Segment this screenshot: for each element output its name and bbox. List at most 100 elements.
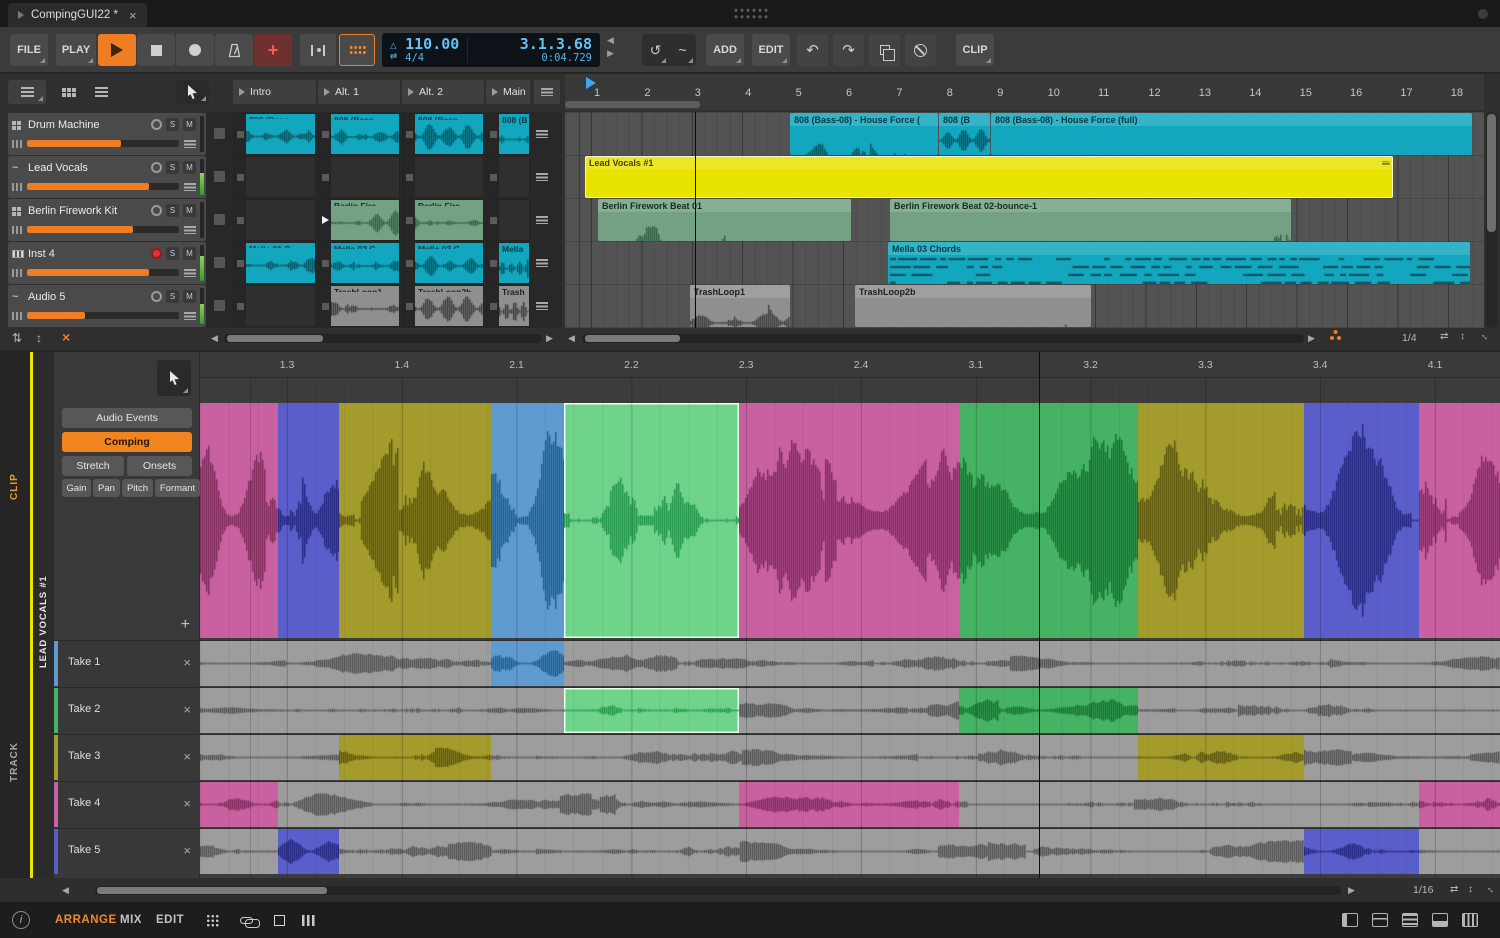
tab-clip[interactable]: CLIP bbox=[0, 457, 30, 517]
solo-button[interactable]: S bbox=[166, 247, 179, 260]
launcher-clip[interactable]: TrashLoop2b bbox=[402, 285, 484, 327]
lanes-view-button[interactable] bbox=[88, 80, 114, 104]
record-arm-button[interactable] bbox=[151, 162, 162, 173]
comp-lane[interactable] bbox=[200, 403, 1500, 638]
scroll-lock-icon[interactable]: ↕ bbox=[1460, 331, 1465, 342]
launcher-slot[interactable] bbox=[486, 199, 530, 241]
automation-panel-icon[interactable] bbox=[1402, 913, 1418, 927]
track-header-audio-5[interactable]: ~Audio 5SM bbox=[8, 285, 206, 327]
editor-timeline-ruler[interactable]: 1.31.42.12.22.32.43.13.23.33.44.1 bbox=[200, 352, 1500, 378]
launcher-clip[interactable]: TrashLoop1 bbox=[318, 285, 400, 327]
redo-button[interactable]: ↷ bbox=[833, 34, 864, 66]
comp-segment-selected[interactable] bbox=[564, 403, 739, 638]
launcher-slot[interactable] bbox=[233, 285, 316, 327]
arranger-scroll-right-icon[interactable]: ▶ bbox=[1308, 333, 1315, 344]
delete-take-icon[interactable]: × bbox=[183, 843, 191, 858]
clip-stop-icon[interactable] bbox=[319, 114, 331, 154]
arranger-clip[interactable]: Berlin Firework Beat 02-bounce-1 bbox=[890, 199, 1291, 241]
launcher-clip[interactable]: Mella bbox=[486, 242, 530, 284]
clip-stop-icon[interactable] bbox=[234, 157, 246, 197]
delete-take-icon[interactable]: × bbox=[183, 655, 191, 670]
comp-segment[interactable] bbox=[959, 403, 1138, 638]
alt-launch-icon[interactable] bbox=[536, 259, 548, 267]
record-button[interactable] bbox=[176, 34, 214, 66]
comp-segment[interactable] bbox=[339, 403, 491, 638]
volume-fader[interactable] bbox=[27, 312, 179, 319]
launcher-scroll-left-icon[interactable]: ◀ bbox=[211, 333, 218, 344]
alt-launch-icon[interactable] bbox=[536, 216, 548, 224]
shuffle-icon[interactable]: ⇄ bbox=[390, 52, 397, 60]
take-label-row[interactable]: Take 3× bbox=[54, 734, 200, 780]
record-arm-button[interactable] bbox=[151, 248, 162, 259]
arranger-timeline-ruler[interactable]: 123456789101112131415161718 bbox=[565, 74, 1484, 110]
take-segment[interactable] bbox=[1419, 782, 1500, 827]
device-panel-icon[interactable] bbox=[1432, 913, 1448, 927]
take-segment[interactable] bbox=[739, 782, 959, 827]
clip-stop-icon[interactable] bbox=[403, 157, 415, 197]
launcher-clip[interactable]: Mella 03 C... bbox=[402, 242, 484, 284]
document-tab[interactable]: CompingGUI22 * × bbox=[8, 3, 147, 27]
clip-stop-icon[interactable] bbox=[319, 243, 331, 283]
launcher-overdub-button[interactable] bbox=[339, 34, 375, 66]
tab-edit[interactable]: EDIT bbox=[156, 914, 184, 926]
clip-stop-icon[interactable] bbox=[403, 286, 415, 326]
duplicate-button[interactable] bbox=[869, 34, 900, 66]
pan-button[interactable]: Pan bbox=[93, 479, 120, 497]
launcher-clip[interactable]: 808 (Bass-... bbox=[402, 113, 484, 155]
fullscreen-view-icon[interactable] bbox=[274, 915, 285, 926]
scrollbar-thumb[interactable] bbox=[585, 335, 680, 342]
scrollbar-thumb[interactable] bbox=[227, 335, 323, 342]
clip-stop-icon[interactable] bbox=[319, 286, 331, 326]
edit-menu-button[interactable]: EDIT bbox=[752, 34, 790, 66]
clip-stop-icon[interactable] bbox=[403, 114, 415, 154]
editor-tool-button[interactable] bbox=[157, 360, 191, 396]
track-list-menu-button[interactable] bbox=[8, 80, 46, 104]
track-height-icon[interactable]: ⇅ bbox=[12, 331, 22, 345]
solo-button[interactable]: S bbox=[166, 290, 179, 303]
track-menu-icon[interactable] bbox=[184, 269, 196, 277]
editor-scroll-left-icon[interactable]: ◀ bbox=[62, 885, 69, 896]
take-label-row[interactable]: Take 2× bbox=[54, 687, 200, 733]
clip-stop-icon[interactable] bbox=[319, 157, 331, 197]
info-button[interactable]: i bbox=[12, 911, 30, 929]
launcher-slot[interactable] bbox=[402, 156, 484, 198]
file-menu-button[interactable]: FILE bbox=[10, 34, 48, 66]
position-bars[interactable]: 3.1.3.68 bbox=[520, 36, 592, 52]
take-segment[interactable] bbox=[491, 641, 564, 686]
stop-all-clips-button[interactable] bbox=[534, 80, 560, 104]
take-segment-selected[interactable] bbox=[564, 688, 739, 733]
scroll-lock-icon[interactable]: ↕ bbox=[1468, 884, 1473, 895]
mute-button[interactable]: M bbox=[183, 161, 196, 174]
launcher-clip[interactable]: Trash bbox=[486, 285, 530, 327]
track-menu-icon[interactable] bbox=[184, 183, 196, 191]
take-label-row[interactable]: Take 4× bbox=[54, 781, 200, 827]
delete-take-icon[interactable]: × bbox=[183, 702, 191, 717]
mute-button[interactable]: M bbox=[183, 118, 196, 131]
volume-fader[interactable] bbox=[27, 269, 179, 276]
arranger-clip[interactable]: 808 (B bbox=[939, 113, 990, 155]
launcher-clip[interactable]: 808 (B bbox=[486, 113, 530, 155]
arranger-clip[interactable]: 808 (Bass-08) - House Force (full) bbox=[991, 113, 1472, 155]
scene-header-intro[interactable]: Intro bbox=[233, 80, 316, 104]
take-label-row[interactable]: Take 5× bbox=[54, 828, 200, 874]
scene-header-main[interactable]: Main bbox=[486, 80, 530, 104]
arranger-tool-button[interactable] bbox=[176, 80, 209, 104]
automation-follow-button[interactable]: ~ bbox=[669, 34, 696, 66]
launcher-h-scrollbar[interactable] bbox=[224, 334, 542, 343]
overdub-record-button[interactable]: + bbox=[254, 34, 292, 66]
delete-take-icon[interactable]: × bbox=[183, 749, 191, 764]
inspector-panel-icon[interactable] bbox=[1372, 913, 1388, 927]
editor-h-scrollbar[interactable] bbox=[95, 886, 1341, 895]
arranger-timeline[interactable]: 808 (Bass-08) - House Force (808 (B808 (… bbox=[565, 112, 1484, 328]
clip-stop-icon[interactable] bbox=[234, 114, 246, 154]
arranger-clip[interactable]: TrashLoop1 bbox=[690, 285, 790, 327]
add-menu-button[interactable]: ADD bbox=[706, 34, 744, 66]
tempo-value[interactable]: 110.00 bbox=[405, 36, 459, 52]
fit-view-icon[interactable]: ↔ bbox=[1486, 884, 1496, 895]
volume-fader[interactable] bbox=[27, 140, 179, 147]
record-arm-button[interactable] bbox=[151, 291, 162, 302]
scene-play-icon[interactable] bbox=[324, 88, 330, 96]
alt-launch-icon[interactable] bbox=[536, 130, 548, 138]
record-arm-button[interactable] bbox=[151, 119, 162, 130]
add-take-button[interactable]: + bbox=[181, 616, 190, 634]
